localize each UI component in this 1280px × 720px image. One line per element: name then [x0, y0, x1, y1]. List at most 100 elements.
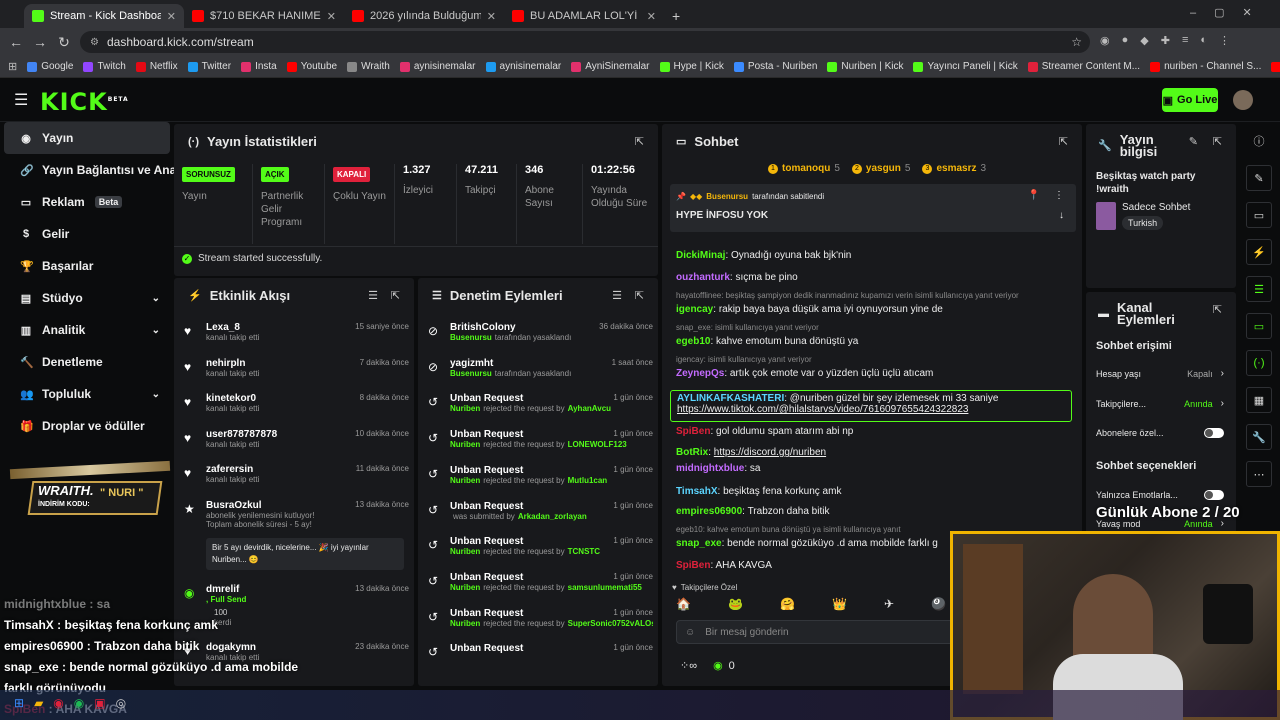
- sidebar-item-1[interactable]: 🔗 Yayın Bağlantısı ve Anahtarı: [4, 154, 202, 186]
- sidebar-item-6[interactable]: ▥ Analitik ⌄: [4, 314, 170, 346]
- chat-username[interactable]: SpiBen: [676, 560, 710, 571]
- chat-message[interactable]: ZeynepQs: artık çok emote var o yüzden ü…: [676, 368, 933, 379]
- chat-message[interactable]: midnightxblue: sa: [676, 463, 760, 474]
- close-icon[interactable]: ✕: [327, 10, 336, 23]
- bookmark-item[interactable]: aynisinemalar: [399, 61, 476, 72]
- browser-tab-kick[interactable]: Stream - Kick Dashboard ✕: [24, 4, 184, 28]
- extension-icon[interactable]: ◉: [1100, 34, 1110, 47]
- folder-icon[interactable]: ▰: [34, 696, 43, 710]
- chat-username[interactable]: egeb10: [676, 336, 710, 347]
- popout-icon[interactable]: ⇱: [635, 289, 644, 302]
- emote-row[interactable]: 🏠 🐸 🤗 👑 ✈ 🎱: [676, 597, 946, 611]
- bookmark-item[interactable]: Posta - Nuriben: [733, 61, 817, 72]
- chevron-down-icon[interactable]: ↓: [1059, 210, 1064, 221]
- emote-icon[interactable]: 🐸: [728, 597, 743, 611]
- bookmark-item[interactable]: Twitch: [83, 61, 126, 72]
- wrench-icon[interactable]: 🔧: [1246, 424, 1272, 450]
- list-icon[interactable]: ☰: [1246, 276, 1272, 302]
- profile-icon[interactable]: ◐: [1200, 34, 1207, 47]
- more-icon[interactable]: ⋯: [1246, 461, 1272, 487]
- extension-icon[interactable]: ●: [1122, 34, 1129, 47]
- sidebar-item-8[interactable]: 👥 Topluluk ⌄: [4, 378, 170, 410]
- media-icon[interactable]: ≡: [1182, 34, 1188, 47]
- emote-icon[interactable]: ✈: [884, 597, 894, 611]
- puzzle-icon[interactable]: ✚: [1161, 34, 1170, 47]
- sidebar-item-4[interactable]: 🏆 Başarılar: [4, 250, 170, 282]
- avatar[interactable]: [1233, 90, 1253, 110]
- chat-message[interactable]: snap_exe: bende normal gözüküyo .d ama m…: [676, 538, 938, 549]
- back-icon[interactable]: ←: [4, 34, 28, 50]
- bookmark-item[interactable]: Streamer Content M...: [1027, 61, 1140, 72]
- more-icon[interactable]: ⋮: [1054, 190, 1064, 201]
- chat-message[interactable]: BotRix: https://discord.gg/nuriben: [676, 447, 826, 458]
- chat-username[interactable]: SpiBen: [676, 426, 710, 437]
- grid-icon[interactable]: ▦: [1246, 387, 1272, 413]
- sidebar-item-7[interactable]: 🔨 Denetleme: [4, 346, 170, 378]
- emote-icon[interactable]: 👑: [832, 597, 847, 611]
- popout-icon[interactable]: ⇱: [1059, 135, 1068, 148]
- setting-row[interactable]: Abonelere özel...: [1096, 428, 1224, 438]
- chat-message[interactable]: egeb10: kahve emotum buna dönüştü ya: [676, 336, 858, 347]
- card-icon[interactable]: ▭: [1246, 202, 1272, 228]
- hamburger-menu-icon[interactable]: ☰: [14, 90, 28, 110]
- emote-icon[interactable]: 🎱: [931, 597, 946, 611]
- sidebar-item-9[interactable]: 🎁 Droplar ve ödüller: [4, 410, 170, 442]
- bookmark-item[interactable]: Netflix: [135, 61, 178, 72]
- chat-message[interactable]: igencay: rakip baya baya düşük ama iyi o…: [676, 304, 943, 315]
- info-icon[interactable]: ⓘ: [1246, 128, 1272, 154]
- setting-value[interactable]: Anında: [1184, 399, 1213, 409]
- extension-icons[interactable]: ◉ ● ◆ ✚ ≡ ◐ ⋮: [1100, 34, 1230, 47]
- bookmark-item[interactable]: Nuriben | Kick: [827, 61, 903, 72]
- chrome-icon[interactable]: ◉: [53, 696, 63, 710]
- bookmark-item[interactable]: Hype | Kick: [659, 61, 724, 72]
- popout-icon[interactable]: ⇱: [391, 289, 400, 302]
- chat-link[interactable]: https://www.tiktok.com/@hilalstarvs/vide…: [677, 404, 968, 415]
- go-live-button[interactable]: ▣ Go Live: [1162, 88, 1218, 112]
- bookmark-item[interactable]: nuriben - Channel S...: [1150, 61, 1261, 72]
- toggle-switch[interactable]: [1204, 490, 1224, 500]
- popout-icon[interactable]: ⇱: [1213, 303, 1222, 316]
- bookmark-item[interactable]: Insta: [241, 61, 277, 72]
- chat-link[interactable]: https://discord.gg/nuriben: [714, 447, 826, 458]
- chat-username[interactable]: AYLINKAFKASHATERI: [677, 393, 784, 404]
- tag-chip[interactable]: Turkish: [1122, 216, 1164, 230]
- obs-icon[interactable]: ◎: [116, 696, 126, 710]
- toggle-switch[interactable]: [1204, 428, 1224, 438]
- bookmark-item[interactable]: Youtube: [286, 61, 337, 72]
- bookmark-item[interactable]: Twitter: [187, 61, 231, 72]
- chat-message[interactable]: SpiBen: gol oldumu spam atarım abi np: [676, 426, 853, 437]
- pen-icon[interactable]: ✎: [1246, 165, 1272, 191]
- close-icon[interactable]: ✕: [647, 10, 656, 23]
- emote-picker-icon[interactable]: ☺: [685, 627, 695, 638]
- sidebar-item-2[interactable]: ▭ Reklam Beta: [4, 186, 170, 218]
- chat-message[interactable]: TimsahX: beşiktaş fena korkunç amk: [676, 486, 841, 497]
- edit-icon[interactable]: ✎: [1189, 135, 1198, 148]
- chat-icon[interactable]: ▭: [1246, 313, 1272, 339]
- bookmark-item[interactable]: Yayıncı Paneli | Kick: [913, 61, 1018, 72]
- browser-tab-youtube-2[interactable]: 2026 yılında Bulduğumuz en iyi ✕: [344, 4, 504, 28]
- chat-message[interactable]: AYLINKAFKASHATERI: @nuriben güzel bir şe…: [670, 390, 1072, 422]
- extension-icon[interactable]: ◆: [1140, 34, 1148, 47]
- bookmark-item[interactable]: aynisinemalar: [485, 61, 561, 72]
- bookmark-item[interactable]: AyniSinemalar: [571, 61, 650, 72]
- bookmark-item[interactable]: Wraith: [347, 61, 390, 72]
- top-gifter[interactable]: 3 esmasrz 3: [922, 163, 986, 174]
- pin-icon[interactable]: 📍: [1028, 190, 1040, 201]
- sidebar-item-5[interactable]: ▤ Stüdyo ⌄: [4, 282, 170, 314]
- windows-icon[interactable]: ⊞: [14, 696, 24, 710]
- emote-icon[interactable]: 🤗: [780, 597, 795, 611]
- setting-row[interactable]: Yalnızca Emotlarla...: [1096, 490, 1224, 500]
- chat-username[interactable]: DickiMinaj: [676, 250, 725, 261]
- chat-message[interactable]: empires06900: Trabzon daha bitik: [676, 506, 829, 517]
- sidebar-item-3[interactable]: $ Gelir: [4, 218, 170, 250]
- kicks-icon[interactable]: ◉: [713, 659, 723, 672]
- chat-username[interactable]: empires06900: [676, 506, 742, 517]
- window-controls[interactable]: –▢✕: [1190, 6, 1270, 19]
- reload-icon[interactable]: ↻: [52, 34, 76, 51]
- chat-message[interactable]: DickiMinaj: Oynadığı oyuna bak bjk'nin: [676, 250, 851, 261]
- spotify-icon[interactable]: ◉: [74, 696, 84, 710]
- filter-icon[interactable]: ☰: [368, 289, 378, 302]
- kick-logo[interactable]: KICKBETA: [40, 88, 129, 116]
- url-input[interactable]: ⚙ dashboard.kick.com/stream ☆: [80, 31, 1090, 53]
- setting-value[interactable]: Kapalı: [1187, 369, 1213, 379]
